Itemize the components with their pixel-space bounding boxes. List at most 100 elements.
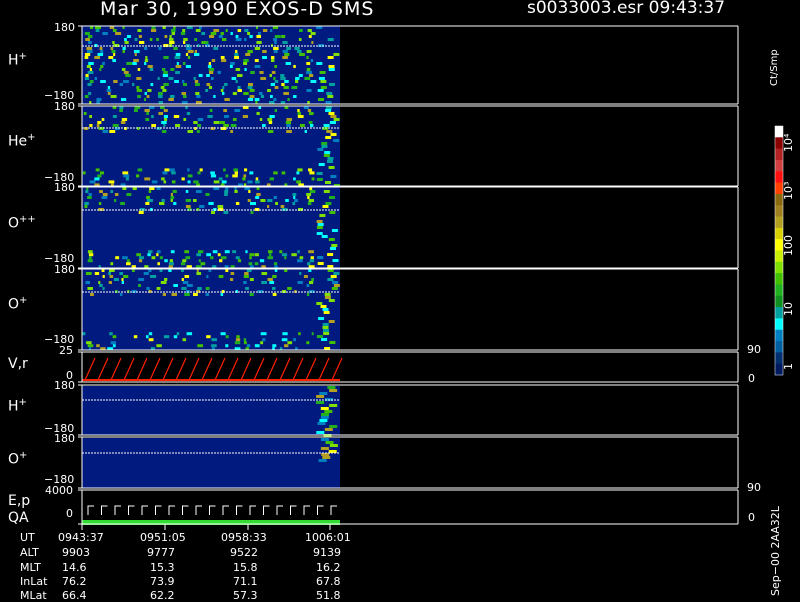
spectrogram-pixel xyxy=(254,253,259,257)
spectrogram-pixel xyxy=(230,130,233,133)
spectrogram-pixel xyxy=(207,115,213,118)
spectrogram-pixel xyxy=(332,281,338,284)
spectrogram-pixel xyxy=(260,199,266,202)
spectrogram-pixel xyxy=(138,259,143,263)
spectrogram-pixel xyxy=(261,281,267,284)
spectrogram-pixel xyxy=(162,171,168,175)
spectrogram-pixel xyxy=(193,199,197,202)
spectrogram-pixel xyxy=(88,193,92,196)
spectrogram-pixel xyxy=(297,109,300,112)
spectrogram-pixel xyxy=(161,177,165,181)
ytick-top: 180 xyxy=(54,21,75,34)
spectrogram-pixel xyxy=(184,293,190,296)
spectrogram-pixel xyxy=(144,47,148,50)
spectrogram-pixel xyxy=(304,130,307,133)
spectrogram-pixel xyxy=(170,68,175,71)
spectrogram-pixel xyxy=(144,109,150,112)
spectrogram-pixel xyxy=(136,86,140,89)
spectrogram-pixel xyxy=(250,211,254,214)
spectrogram-pixel xyxy=(260,332,267,336)
ytick-top: 180 xyxy=(54,100,75,113)
spectrogram-pixel xyxy=(219,121,225,124)
spectrogram-pixel xyxy=(196,190,202,193)
spectrogram-pixel xyxy=(280,205,285,208)
spectrogram-pixel xyxy=(267,278,273,281)
spectrogram-pixel xyxy=(162,68,166,71)
spectrogram-pixel xyxy=(175,124,181,127)
spectrogram-pixel xyxy=(149,68,154,71)
spectrogram-pixel xyxy=(237,29,242,32)
spectrogram-pixel xyxy=(210,77,214,80)
spectrogram-pixel xyxy=(282,50,288,53)
spectrogram-pixel xyxy=(273,77,276,80)
spectrogram-pixel xyxy=(211,344,217,348)
ephem-cell: 9522 xyxy=(230,546,258,559)
spectrogram-pixel xyxy=(328,166,335,169)
spectrogram-pixel xyxy=(97,121,102,124)
spectrogram-pixel xyxy=(169,38,174,41)
spectrogram-pixel xyxy=(99,47,103,50)
spectrogram-pixel xyxy=(213,121,220,124)
spectrogram-pixel xyxy=(304,77,311,80)
spectrogram-pixel xyxy=(145,56,148,59)
spectrogram-pixel xyxy=(235,338,241,342)
spectrogram-pixel xyxy=(274,80,279,83)
spectrogram-pixel xyxy=(243,174,247,178)
spectrogram-pixel xyxy=(183,95,187,98)
spectrogram-pixel xyxy=(198,250,204,254)
spectrogram-pixel xyxy=(328,320,335,323)
spectrogram-pixel xyxy=(286,130,292,133)
spectrogram-pixel xyxy=(187,56,191,59)
ephem-row-label: MLat xyxy=(20,589,47,602)
spectrogram-pixel xyxy=(163,124,166,127)
spectrogram-pixel xyxy=(225,335,229,339)
spectrogram-pixel xyxy=(101,118,105,121)
spectrogram-pixel xyxy=(201,41,206,44)
spectrogram-pixel xyxy=(232,118,237,121)
spectrogram-pixel xyxy=(112,29,117,32)
spectrogram-pixel xyxy=(256,112,260,115)
ytick-top: 180 xyxy=(54,379,75,392)
spectrogram-pixel xyxy=(194,50,197,53)
spectrogram-pixel xyxy=(224,250,230,254)
spectrogram-pixel xyxy=(100,50,104,53)
spectrogram-pixel xyxy=(164,259,168,263)
spectrogram-pixel xyxy=(243,92,249,95)
spectrogram-pixel xyxy=(309,190,316,193)
spectrogram-pixel xyxy=(107,92,111,95)
spectrogram-pixel xyxy=(193,293,198,296)
spectrogram-pixel xyxy=(160,281,167,284)
spectrogram-pixel xyxy=(148,338,154,342)
spectrogram-pixel xyxy=(309,74,314,77)
spectrogram-pixel xyxy=(169,168,175,172)
spectrogram-pixel xyxy=(163,83,169,86)
spectrogram-pixel xyxy=(234,341,241,345)
panel-label-ep: E,p xyxy=(8,493,31,509)
spectrogram-pixel xyxy=(94,177,100,181)
colorbar-swatch xyxy=(775,329,783,342)
spectrogram-pixel xyxy=(327,56,334,59)
spectrogram-pixel xyxy=(323,311,330,314)
spectrogram-pixel xyxy=(89,80,94,83)
spectrogram-pixel xyxy=(87,196,92,199)
spectrogram-pixel xyxy=(329,211,336,214)
spectrogram-pixel xyxy=(325,441,334,444)
spectrogram-pixel xyxy=(138,278,145,281)
spectrogram-pixel xyxy=(169,259,173,263)
spectrogram-pixel xyxy=(262,124,266,127)
spectrogram-pixel xyxy=(84,95,89,98)
spectrogram-pixel xyxy=(98,281,101,284)
spectrogram-pixel xyxy=(285,199,289,202)
spectrogram-pixel xyxy=(293,65,296,68)
spectrogram-pixel xyxy=(248,262,253,266)
spectrogram-pixel xyxy=(267,205,270,208)
spectrogram-pixel xyxy=(213,29,220,32)
panel-label-h-plus-2: H+ xyxy=(8,397,27,415)
spectrogram-pixel xyxy=(220,293,224,296)
spectrogram-pixel xyxy=(259,259,265,263)
spectrogram-pixel xyxy=(146,287,150,290)
spectrogram-pixel xyxy=(182,80,185,83)
spectrogram-pixel xyxy=(171,171,176,175)
spectrogram-pixel xyxy=(136,77,142,80)
spectrogram-pixel xyxy=(254,98,260,101)
